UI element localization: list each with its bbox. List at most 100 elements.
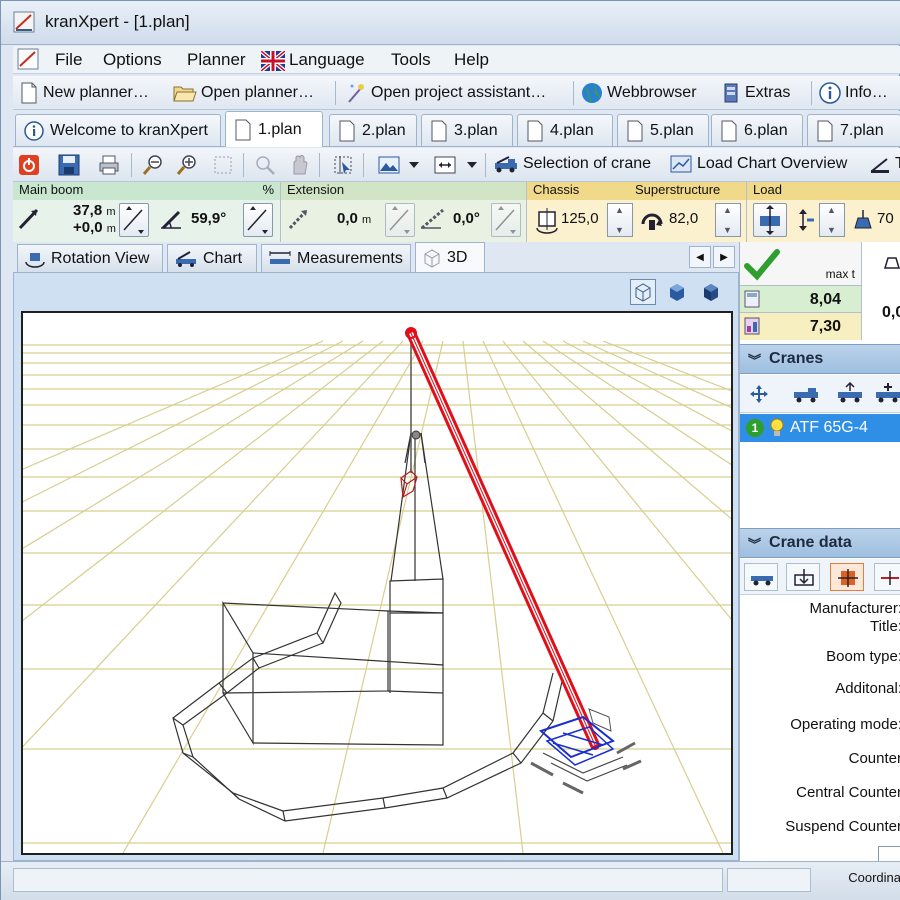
main-boom-length-extra-value: +0,0 (73, 219, 103, 236)
stop-button[interactable] (17, 153, 41, 177)
chassis-stepper[interactable] (607, 203, 633, 237)
crane-data-header-label: Crane data (769, 534, 852, 551)
tab-3-plan[interactable]: 3.plan (421, 114, 513, 146)
main-boom-group: Main boom % 37,8 m +0,0 m 59,9° (13, 182, 281, 242)
chassis-value: 125,0 (561, 210, 599, 227)
image-dropdown-arrow[interactable] (407, 153, 421, 177)
tab-welcome[interactable]: Welcome to kranXpert (15, 114, 221, 146)
field-input-partial[interactable] (878, 846, 900, 861)
move-icon[interactable] (748, 384, 770, 404)
tab-7-plan[interactable]: 7.plan (807, 114, 900, 146)
extension-length-stepper[interactable] (385, 203, 415, 237)
tab-measurements-label: Measurements (297, 249, 403, 267)
zoom-fit-button[interactable] (253, 153, 277, 177)
tab-5-plan-label: 5.plan (650, 121, 694, 139)
tab-3d-label: 3D (447, 248, 468, 266)
extension-angle-stepper[interactable] (491, 203, 521, 237)
solid-cube-icon[interactable] (664, 279, 690, 305)
main-boom-header: Main boom % (13, 182, 280, 200)
tab-2-plan[interactable]: 2.plan (329, 114, 417, 146)
menu-tools[interactable]: Tools (391, 50, 431, 70)
insert-crane-icon[interactable] (874, 382, 900, 404)
stepper-arrows-icon (389, 206, 410, 234)
3d-viewport[interactable] (21, 311, 733, 855)
info-icon (819, 82, 841, 104)
open-planner-button[interactable]: Open planner… (173, 82, 314, 104)
parameter-panel: Main boom % 37,8 m +0,0 m 59,9° Extensio… (13, 182, 900, 242)
tab-scroll-right-button[interactable]: ▶ (713, 246, 735, 268)
menu-file[interactable]: File (55, 50, 82, 70)
cranes-header[interactable]: ︾ Cranes (740, 344, 900, 374)
menu-options[interactable]: Options (103, 50, 162, 70)
tab-scroll-left-button[interactable]: ◀ (689, 246, 711, 268)
selection-of-crane-button[interactable]: Selection of crane (493, 153, 651, 175)
app-menu-icon[interactable] (17, 48, 39, 70)
load-hook-button[interactable] (753, 203, 787, 237)
superstructure-stepper[interactable] (715, 203, 741, 237)
print-button[interactable] (97, 153, 121, 177)
webbrowser-button[interactable]: Webbrowser (581, 82, 697, 104)
menu-planner[interactable]: Planner (187, 50, 246, 70)
menu-bar: File Options Planner Language Tools Help (13, 46, 900, 74)
save-button[interactable] (57, 153, 81, 177)
load-chart-overview-button[interactable]: Load Chart Overview (669, 153, 847, 175)
main-boom-length-extra: +0,0 m (73, 219, 116, 236)
tab-7-plan-label: 7.plan (840, 121, 884, 139)
field-counter: Counter (848, 750, 900, 767)
load-chart-overview-label: Load Chart Overview (697, 155, 848, 172)
wizard-icon (348, 84, 364, 103)
menu-language[interactable]: Language (289, 50, 365, 70)
open-project-assistant-button[interactable]: Open project assistant… (345, 82, 546, 104)
load-value-1: 8,04 (809, 291, 841, 308)
info-button[interactable]: Info… (819, 82, 888, 104)
more-toolbar-button[interactable]: T (869, 153, 900, 175)
main-boom-angle-stepper[interactable] (243, 203, 273, 237)
new-planner-button[interactable]: New planner… (19, 82, 149, 104)
tab-4-plan[interactable]: 4.plan (517, 114, 613, 146)
add-crane-icon[interactable] (836, 382, 864, 404)
toolbar-separator (811, 81, 812, 105)
plus-minus-icon (881, 571, 899, 585)
zoom-area-button[interactable] (211, 153, 235, 177)
load-height-stepper[interactable] (819, 203, 845, 237)
crane-data-tab-truck[interactable] (744, 563, 778, 591)
background-image-button[interactable] (377, 153, 401, 177)
tab-rotation-view[interactable]: Rotation View (17, 244, 163, 272)
tab-3d[interactable]: 3D (415, 242, 485, 272)
info-icon (24, 120, 44, 141)
ground-grid (23, 340, 731, 853)
measurements-icon (269, 250, 291, 264)
shaded-cube-icon[interactable] (698, 279, 724, 305)
load-result-table: max t 8,04 7,30 0,0 (740, 242, 900, 340)
pan-button[interactable] (287, 153, 311, 177)
crane-data-header[interactable]: ︾ Crane data (740, 528, 900, 558)
zoom-in-button[interactable] (175, 153, 199, 177)
wireframe-cube-icon[interactable] (630, 279, 656, 305)
tab-measurements[interactable]: Measurements (261, 244, 411, 272)
select-tool-button[interactable] (331, 153, 355, 177)
crane-data-tab-more[interactable] (874, 563, 900, 591)
width-dropdown-arrow[interactable] (465, 153, 479, 177)
tab-1-plan[interactable]: 1.plan (225, 111, 323, 147)
extras-button[interactable]: Extras (721, 82, 790, 104)
main-boom-length-value: 37,8 (73, 202, 103, 219)
tab-6-plan-label: 6.plan (744, 121, 788, 139)
magnifier-icon (256, 156, 275, 175)
extension-header: Extension (281, 182, 526, 200)
load-header: Load (747, 182, 900, 200)
crane-truck-icon[interactable] (792, 384, 820, 404)
new-planner-label: New planner… (43, 84, 149, 101)
main-boom-length-stepper[interactable] (119, 203, 149, 237)
width-button[interactable] (433, 153, 457, 177)
zoom-out-button[interactable] (141, 153, 165, 177)
crane-data-tab-boom[interactable] (786, 563, 820, 591)
tab-chart[interactable]: Chart (167, 244, 257, 272)
menu-help[interactable]: Help (454, 50, 489, 70)
load-value-partial: 0,0 (882, 304, 900, 321)
tab-6-plan[interactable]: 6.plan (711, 114, 803, 146)
tab-5-plan[interactable]: 5.plan (617, 114, 709, 146)
document-icon (527, 120, 543, 141)
image-icon (378, 156, 400, 174)
crane-data-tab-counterweight[interactable] (830, 563, 864, 591)
crane-list-item[interactable]: 1 ATF 65G-4 (740, 414, 900, 442)
